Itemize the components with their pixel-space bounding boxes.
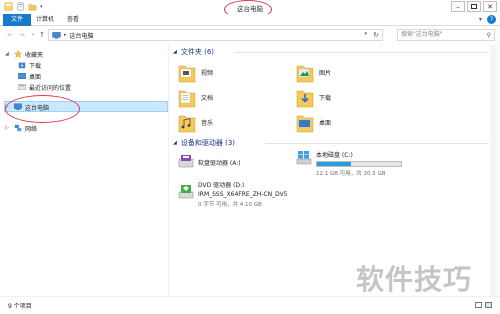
section-divider bbox=[235, 52, 489, 53]
nav-desktop[interactable]: 桌面 bbox=[18, 71, 41, 81]
recent-places-icon bbox=[18, 84, 26, 90]
pane-divider[interactable] bbox=[168, 45, 169, 296]
drive-usage-bar bbox=[316, 161, 402, 167]
tab-computer[interactable]: 计算机 bbox=[30, 14, 60, 26]
back-arrow-icon[interactable]: ← bbox=[5, 30, 15, 40]
folder-label: 文档 bbox=[201, 94, 214, 102]
search-icon[interactable]: ⚲ bbox=[487, 31, 491, 41]
navigation-pane: ◢ 收藏夹 下载 桌面 最近访问的位置 ▷ 这台电脑 ▷ 网络 bbox=[0, 45, 168, 296]
devices-section-header[interactable]: ◢ 设备和驱动器 (3) bbox=[173, 138, 491, 147]
devices-header-label: 设备和驱动器 (3) bbox=[180, 138, 235, 147]
drive-local-c[interactable]: 本地磁盘 (C:) 12.1 GB 可用，共 20.5 GB bbox=[296, 150, 402, 177]
folder-pictures[interactable]: 图片 bbox=[296, 61, 331, 83]
vertical-scrollbar[interactable] bbox=[490, 45, 497, 296]
search-input[interactable]: 搜索"这台电脑" ⚲ bbox=[397, 29, 495, 41]
address-dropdown-icon[interactable]: ▾ bbox=[364, 31, 367, 37]
expand-arrow-icon[interactable]: ▷ bbox=[5, 125, 9, 131]
maximize-button[interactable] bbox=[467, 1, 481, 12]
desktop-folder-icon bbox=[296, 115, 314, 133]
downloads-folder-icon bbox=[296, 90, 314, 108]
folder-music[interactable]: 音乐 bbox=[178, 111, 213, 133]
annotation-ellipse-this-pc bbox=[5, 95, 80, 123]
star-icon bbox=[14, 50, 22, 58]
expand-ribbon-icon[interactable]: ▾ bbox=[479, 16, 482, 23]
drive-label: IRM_SSS_X64FRE_ZH-CN_DV5 bbox=[198, 191, 288, 198]
ribbon-tabs: 文件 计算机 查看 ▾ ? bbox=[0, 14, 500, 26]
collapse-arrow-icon[interactable]: ◢ bbox=[5, 51, 9, 57]
drive-dvd-d[interactable]: DVD 驱动器 (D:) IRM_SSS_X64FRE_ZH-CN_DV5 0 … bbox=[178, 180, 288, 208]
folder-downloads[interactable]: 下载 bbox=[296, 86, 331, 108]
folder-documents[interactable]: 文档 bbox=[178, 86, 213, 108]
folder-label: 图片 bbox=[319, 69, 332, 77]
drive-space-info: 12.1 GB 可用，共 20.5 GB bbox=[316, 171, 386, 177]
collapse-chevron-icon[interactable]: ◢ bbox=[173, 140, 177, 146]
search-placeholder: 搜索"这台电脑" bbox=[401, 31, 443, 38]
nav-downloads-label: 下载 bbox=[29, 62, 42, 70]
forward-arrow-icon[interactable]: → bbox=[17, 30, 27, 40]
tab-file[interactable]: 文件 bbox=[3, 14, 32, 26]
documents-folder-icon bbox=[178, 90, 196, 108]
refresh-icon[interactable]: ↻ bbox=[373, 31, 379, 39]
nav-favorites-label: 收藏夹 bbox=[25, 51, 44, 59]
pictures-folder-icon bbox=[296, 65, 314, 83]
drive-space-info: 0 字节 可用，共 4.10 GB bbox=[198, 202, 262, 208]
folder-label: 音乐 bbox=[201, 119, 214, 127]
maximize-icon bbox=[471, 4, 477, 9]
download-folder-icon bbox=[18, 62, 26, 69]
nav-desktop-label: 桌面 bbox=[29, 73, 42, 81]
dvd-drive-icon bbox=[178, 185, 194, 199]
folder-label: 桌面 bbox=[319, 119, 332, 127]
collapse-chevron-icon[interactable]: ◢ bbox=[173, 49, 177, 55]
title-bar: ▾ 这台电脑 – ✕ bbox=[0, 0, 500, 19]
status-bar: 9 个项目 bbox=[0, 296, 500, 314]
window-controls: – ✕ bbox=[451, 1, 497, 12]
address-bar[interactable]: ▸ 这台电脑 ▾ ↻ bbox=[48, 29, 383, 41]
folder-videos[interactable]: 视频 bbox=[178, 61, 213, 83]
close-button[interactable]: ✕ bbox=[483, 1, 497, 12]
desktop-icon bbox=[18, 73, 26, 79]
nav-recent-label: 最近访问的位置 bbox=[29, 84, 72, 92]
network-icon bbox=[14, 124, 22, 132]
drive-name: 软盘驱动器 (A:) bbox=[198, 160, 241, 167]
watermark: 软件技巧 bbox=[356, 263, 473, 296]
help-button[interactable]: ? bbox=[487, 15, 496, 24]
close-icon: ✕ bbox=[487, 2, 493, 11]
folder-desktop[interactable]: 桌面 bbox=[296, 111, 331, 133]
section-divider bbox=[265, 143, 489, 144]
navigation-bar: ← → ▾ ↑ ▸ 这台电脑 ▾ ↻ 搜索"这台电脑" ⚲ bbox=[0, 27, 500, 43]
nav-downloads[interactable]: 下载 bbox=[18, 60, 41, 70]
music-folder-icon bbox=[178, 115, 196, 133]
drive-floppy-a[interactable]: 软盘驱动器 (A:) bbox=[178, 153, 241, 169]
floppy-drive-icon bbox=[178, 155, 194, 168]
computer-icon bbox=[52, 31, 61, 39]
breadcrumb-separator-icon[interactable]: ▸ bbox=[64, 32, 67, 38]
large-icons-view-icon[interactable] bbox=[485, 302, 492, 308]
nav-favorites[interactable]: ◢ 收藏夹 bbox=[5, 49, 44, 59]
minimize-icon: – bbox=[456, 2, 460, 11]
folder-label: 下载 bbox=[319, 94, 332, 102]
nav-recent[interactable]: 最近访问的位置 bbox=[18, 82, 71, 92]
drive-name: DVD 驱动器 (D:) bbox=[198, 182, 245, 189]
up-arrow-icon[interactable]: ↑ bbox=[37, 30, 47, 40]
drive-name: 本地磁盘 (C:) bbox=[316, 152, 353, 159]
tab-view[interactable]: 查看 bbox=[61, 14, 85, 26]
folders-section-header[interactable]: ◢ 文件夹 (6) bbox=[173, 47, 491, 56]
nav-network-label: 网络 bbox=[25, 125, 38, 133]
minimize-button[interactable]: – bbox=[451, 1, 465, 12]
video-folder-icon bbox=[178, 65, 196, 83]
nav-network[interactable]: ▷ 网络 bbox=[5, 123, 38, 133]
folders-header-label: 文件夹 (6) bbox=[180, 47, 214, 56]
folder-label: 视频 bbox=[201, 69, 214, 77]
drive-usage-fill bbox=[317, 162, 352, 166]
windows-drive-icon bbox=[296, 151, 312, 165]
breadcrumb-this-pc[interactable]: 这台电脑 bbox=[70, 31, 94, 40]
details-view-icon[interactable] bbox=[475, 302, 482, 308]
item-count: 9 个项目 bbox=[8, 303, 32, 310]
